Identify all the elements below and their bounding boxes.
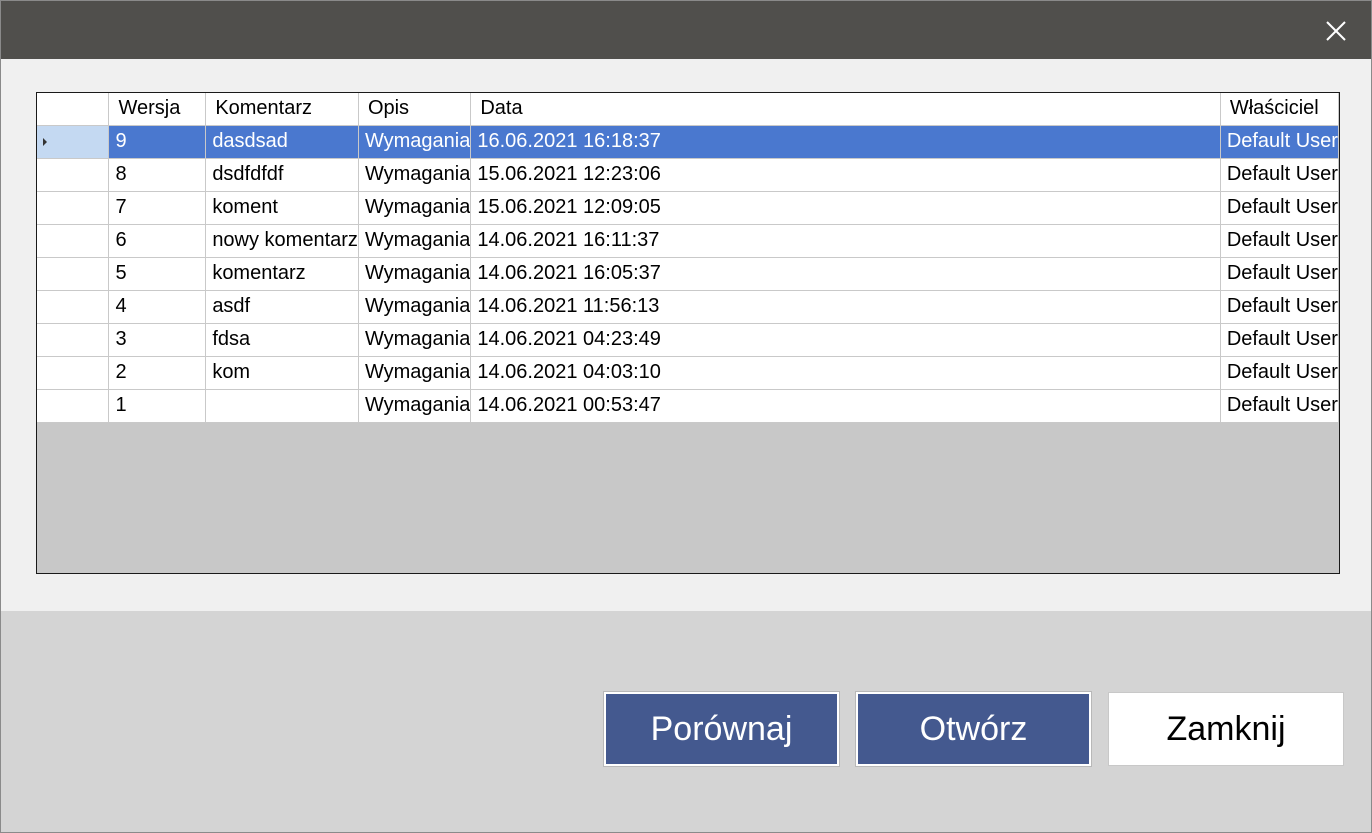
versions-grid[interactable]: Wersja Komentarz Opis Data Właściciel 9d… [36, 92, 1340, 574]
column-header-date[interactable]: Data [470, 93, 1221, 126]
open-button[interactable]: Otwórz [855, 691, 1092, 767]
table-row[interactable]: 3 fdsa Wymagania 14.06.2021 04:23:49 Default… [37, 323, 1339, 357]
description-cell[interactable]: Wymagania [358, 290, 472, 324]
row-marker-icon [43, 137, 47, 146]
comment-cell[interactable]: asdf [205, 290, 359, 324]
close-icon [1326, 21, 1346, 41]
row-header[interactable] [37, 356, 110, 390]
table-row[interactable]: 1 Wymagania 14.06.2021 00:53:47 Default Use… [37, 389, 1339, 423]
row-header[interactable] [37, 290, 110, 324]
comment-cell[interactable]: dasdsad [205, 125, 359, 159]
comment-cell[interactable]: fdsa [205, 323, 359, 357]
owner-cell[interactable]: Default User [1220, 389, 1339, 423]
table-row[interactable]: 7 koment Wymagania 15.06.2021 12:09:05 Defau… [37, 191, 1339, 225]
date-cell[interactable]: 15.06.2021 12:23:06 [470, 158, 1221, 192]
version-cell[interactable]: 6 [108, 224, 207, 258]
row-header[interactable] [37, 125, 110, 159]
description-cell[interactable]: Wymagania [358, 257, 472, 291]
row-header[interactable] [37, 323, 110, 357]
close-dialog-button[interactable]: Zamknij [1108, 692, 1344, 766]
date-cell[interactable]: 14.06.2021 16:05:37 [470, 257, 1221, 291]
comment-cell[interactable] [205, 389, 359, 423]
description-cell[interactable]: Wymagania [358, 389, 472, 423]
title-bar[interactable] [1, 1, 1371, 59]
row-header[interactable] [37, 191, 110, 225]
owner-cell[interactable]: Default User [1220, 356, 1339, 390]
table-row[interactable]: 5 komentarz Wymagania 14.06.2021 16:05:37 De… [37, 257, 1339, 291]
close-button[interactable] [1313, 11, 1359, 51]
dialog-content: Wersja Komentarz Opis Data Właściciel 9d… [1, 59, 1371, 611]
date-cell[interactable]: 14.06.2021 04:23:49 [470, 323, 1221, 357]
comment-cell[interactable]: komentarz [205, 257, 359, 291]
comment-cell[interactable]: koment [205, 191, 359, 225]
table-row[interactable]: 8 dsdfdfdf Wymagania 15.06.2021 12:23:06 Def… [37, 158, 1339, 192]
owner-cell[interactable]: Default User [1220, 224, 1339, 258]
version-cell[interactable]: 1 [108, 389, 207, 423]
date-cell[interactable]: 15.06.2021 12:09:05 [470, 191, 1221, 225]
column-header-owner[interactable]: Właściciel [1220, 93, 1339, 126]
owner-cell[interactable]: Default User [1220, 257, 1339, 291]
version-cell[interactable]: 3 [108, 323, 207, 357]
table-row[interactable]: 6 nowy komentarz Wymagania 14.06.2021 16:11… [37, 224, 1339, 258]
column-header-description[interactable]: Opis [358, 93, 472, 126]
description-cell[interactable]: Wymagania [358, 125, 472, 159]
table-row[interactable]: 9 dasdsad Wymagania 16.06.2021 16:18:37 Defa… [37, 125, 1339, 159]
version-cell[interactable]: 7 [108, 191, 207, 225]
header-row: Wersja Komentarz Opis Data Właściciel [37, 93, 1339, 126]
dialog-window: Wersja Komentarz Opis Data Właściciel 9d… [0, 0, 1372, 833]
date-cell[interactable]: 14.06.2021 11:56:13 [470, 290, 1221, 324]
date-cell[interactable]: 14.06.2021 16:11:37 [470, 224, 1221, 258]
owner-cell[interactable]: Default User [1220, 323, 1339, 357]
version-cell[interactable]: 9 [108, 125, 207, 159]
versions-table: Wersja Komentarz Opis Data Właściciel 9d… [37, 93, 1339, 423]
owner-cell[interactable]: Default User [1220, 158, 1339, 192]
comment-cell[interactable]: dsdfdfdf [205, 158, 359, 192]
row-header[interactable] [37, 158, 110, 192]
date-cell[interactable]: 14.06.2021 00:53:47 [470, 389, 1221, 423]
button-bar: Porównaj Otwórz Zamknij [1, 611, 1371, 832]
column-header-comment[interactable]: Komentarz [205, 93, 359, 126]
description-cell[interactable]: Wymagania [358, 356, 472, 390]
version-cell[interactable]: 4 [108, 290, 207, 324]
table-row[interactable]: 2 kom Wymagania 14.06.2021 04:03:10 Default … [37, 356, 1339, 390]
version-cell[interactable]: 2 [108, 356, 207, 390]
row-header[interactable] [37, 389, 110, 423]
owner-cell[interactable]: Default User [1220, 191, 1339, 225]
row-header[interactable] [37, 224, 110, 258]
date-cell[interactable]: 14.06.2021 04:03:10 [470, 356, 1221, 390]
version-cell[interactable]: 5 [108, 257, 207, 291]
version-cell[interactable]: 8 [108, 158, 207, 192]
column-header-version[interactable]: Wersja [108, 93, 207, 126]
description-cell[interactable]: Wymagania [358, 191, 472, 225]
owner-cell[interactable]: Default User [1220, 290, 1339, 324]
description-cell[interactable]: Wymagania [358, 224, 472, 258]
table-row[interactable]: 4 asdf Wymagania 14.06.2021 11:56:13 Default… [37, 290, 1339, 324]
row-header-corner[interactable] [37, 93, 110, 126]
comment-cell[interactable]: nowy komentarz [205, 224, 359, 258]
owner-cell[interactable]: Default User [1220, 125, 1339, 159]
compare-button[interactable]: Porównaj [603, 691, 840, 767]
description-cell[interactable]: Wymagania [358, 323, 472, 357]
date-cell[interactable]: 16.06.2021 16:18:37 [470, 125, 1221, 159]
comment-cell[interactable]: kom [205, 356, 359, 390]
row-header[interactable] [37, 257, 110, 291]
description-cell[interactable]: Wymagania [358, 158, 472, 192]
